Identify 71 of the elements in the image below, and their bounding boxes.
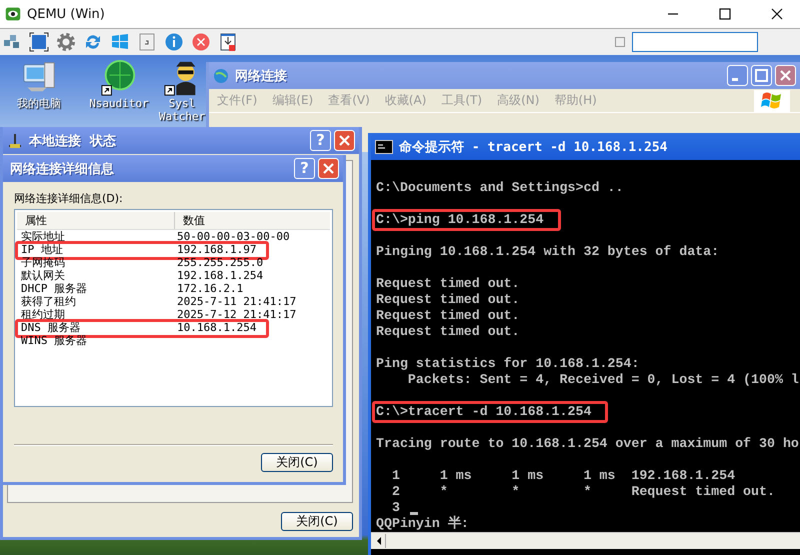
console-line: 1 1 ms 1 ms 1 ms 192.168.1.254 xyxy=(390,468,736,484)
value-cell: 10.168.1.254 xyxy=(177,321,256,334)
menu-item[interactable]: 高级(N) xyxy=(497,92,540,109)
info-icon[interactable] xyxy=(164,32,184,52)
stop-icon[interactable] xyxy=(191,32,211,52)
property-cell-text: 默认网关 xyxy=(21,269,66,282)
console-line: 2 * * * Request timed out. xyxy=(390,484,775,500)
property-cell-text: 租约过期 xyxy=(21,308,66,321)
property-cell-text: DHCP 服务器 xyxy=(21,282,88,295)
windows-logo-icon[interactable] xyxy=(110,32,130,52)
menu-item[interactable]: 查看(V) xyxy=(328,92,370,109)
property-cell-text: WINS 服务器 xyxy=(21,334,88,347)
console-line: Ping statistics for 10.168.1.254: xyxy=(376,356,640,372)
property-cell-text: 子网掩码 xyxy=(21,256,66,269)
window-title: 本地连接 状态 xyxy=(29,132,116,150)
property-cell-text: 获得了租约 xyxy=(21,295,77,308)
value-cell: 192.168.1.254 xyxy=(177,269,264,282)
network-plug-icon xyxy=(7,132,23,148)
close-button[interactable]: 关闭(C) xyxy=(261,453,333,472)
property-cell-text: IP 地址 xyxy=(21,243,64,256)
maximize-icon[interactable] xyxy=(718,7,732,21)
desktop-icon-label[interactable]: Sysl Watcher xyxy=(158,97,206,123)
console-line: Request timed out. xyxy=(376,276,520,292)
console-line: C:\Documents and Settings>cd .. xyxy=(376,180,624,196)
console-line: C:\>tracert -d 10.168.1.254 xyxy=(376,404,592,420)
close-icon[interactable] xyxy=(770,7,784,21)
keyboard-key-icon[interactable] xyxy=(137,32,157,52)
window-title: 网络连接 xyxy=(235,68,287,84)
console-line: Request timed out. xyxy=(376,308,520,324)
horizontal-scrollbar[interactable] xyxy=(371,532,800,549)
window-title: 命令提示符 - tracert -d 10.168.1.254 xyxy=(399,138,668,156)
help-button[interactable]: ? xyxy=(294,158,315,179)
console-line: Request timed out. xyxy=(376,324,520,340)
menu-item[interactable]: 收藏(A) xyxy=(384,92,426,109)
globe-icon xyxy=(213,68,229,84)
console-line: QQPinyin 半: xyxy=(376,516,469,532)
menu-item[interactable]: 帮助(H) xyxy=(554,92,597,109)
value-cell: 172.16.2.1 xyxy=(177,282,244,295)
console-line: Request timed out. xyxy=(376,292,520,308)
console-line: Packets: Sent = 4, Received = 0, Lost = 4 (100% l xyxy=(406,372,799,388)
dialog-title: 网络连接详细信息 xyxy=(10,160,114,178)
checkbox[interactable] xyxy=(615,37,625,47)
value-cell: 255.255.255.0 xyxy=(177,256,264,269)
globe-icon[interactable] xyxy=(100,59,138,97)
value-cell: 192.168.1.97 xyxy=(177,243,256,256)
console-line: C:\>ping 10.168.1.254 xyxy=(376,212,544,228)
input-field[interactable] xyxy=(632,32,758,52)
close-button[interactable]: 关闭(C) xyxy=(281,512,353,531)
menu-item[interactable]: 编辑(E) xyxy=(272,92,314,109)
property-cell-text: 实际地址 xyxy=(21,230,66,243)
console-icon xyxy=(375,140,393,154)
property-cell-text: DNS 服务器 xyxy=(21,321,82,334)
console-line: Tracing route to 10.168.1.254 over a maximum of 30 ho xyxy=(376,436,799,452)
fullscreen-icon[interactable] xyxy=(29,32,49,52)
window-title: QEMU (Win) xyxy=(27,6,105,22)
eye-icon xyxy=(5,6,21,22)
value-cell: 2025-7-12 21:41:17 xyxy=(177,308,296,321)
menu-item[interactable]: 文件(F) xyxy=(217,92,258,109)
list-label: 网络连接详细信息(D): xyxy=(14,191,124,206)
window-download-icon[interactable] xyxy=(218,32,238,52)
menu-item[interactable]: 工具(T) xyxy=(441,92,482,109)
settings-icon[interactable] xyxy=(56,32,76,52)
console-line: 3 xyxy=(390,500,400,516)
console-line: Pinging 10.168.1.254 with 32 bytes of data: xyxy=(376,244,720,260)
help-button[interactable]: ? xyxy=(310,130,331,151)
value-cell: 50-00-00-03-00-00 xyxy=(177,230,290,243)
column-header[interactable]: 属性 xyxy=(17,212,175,229)
desktop-icon-label[interactable]: Nsauditor xyxy=(89,97,149,110)
column-header[interactable]: 数值 xyxy=(175,212,330,229)
desktop-icon-label[interactable]: 我的电脑 xyxy=(17,97,61,110)
value-cell: 2025-7-11 21:41:17 xyxy=(177,295,296,308)
